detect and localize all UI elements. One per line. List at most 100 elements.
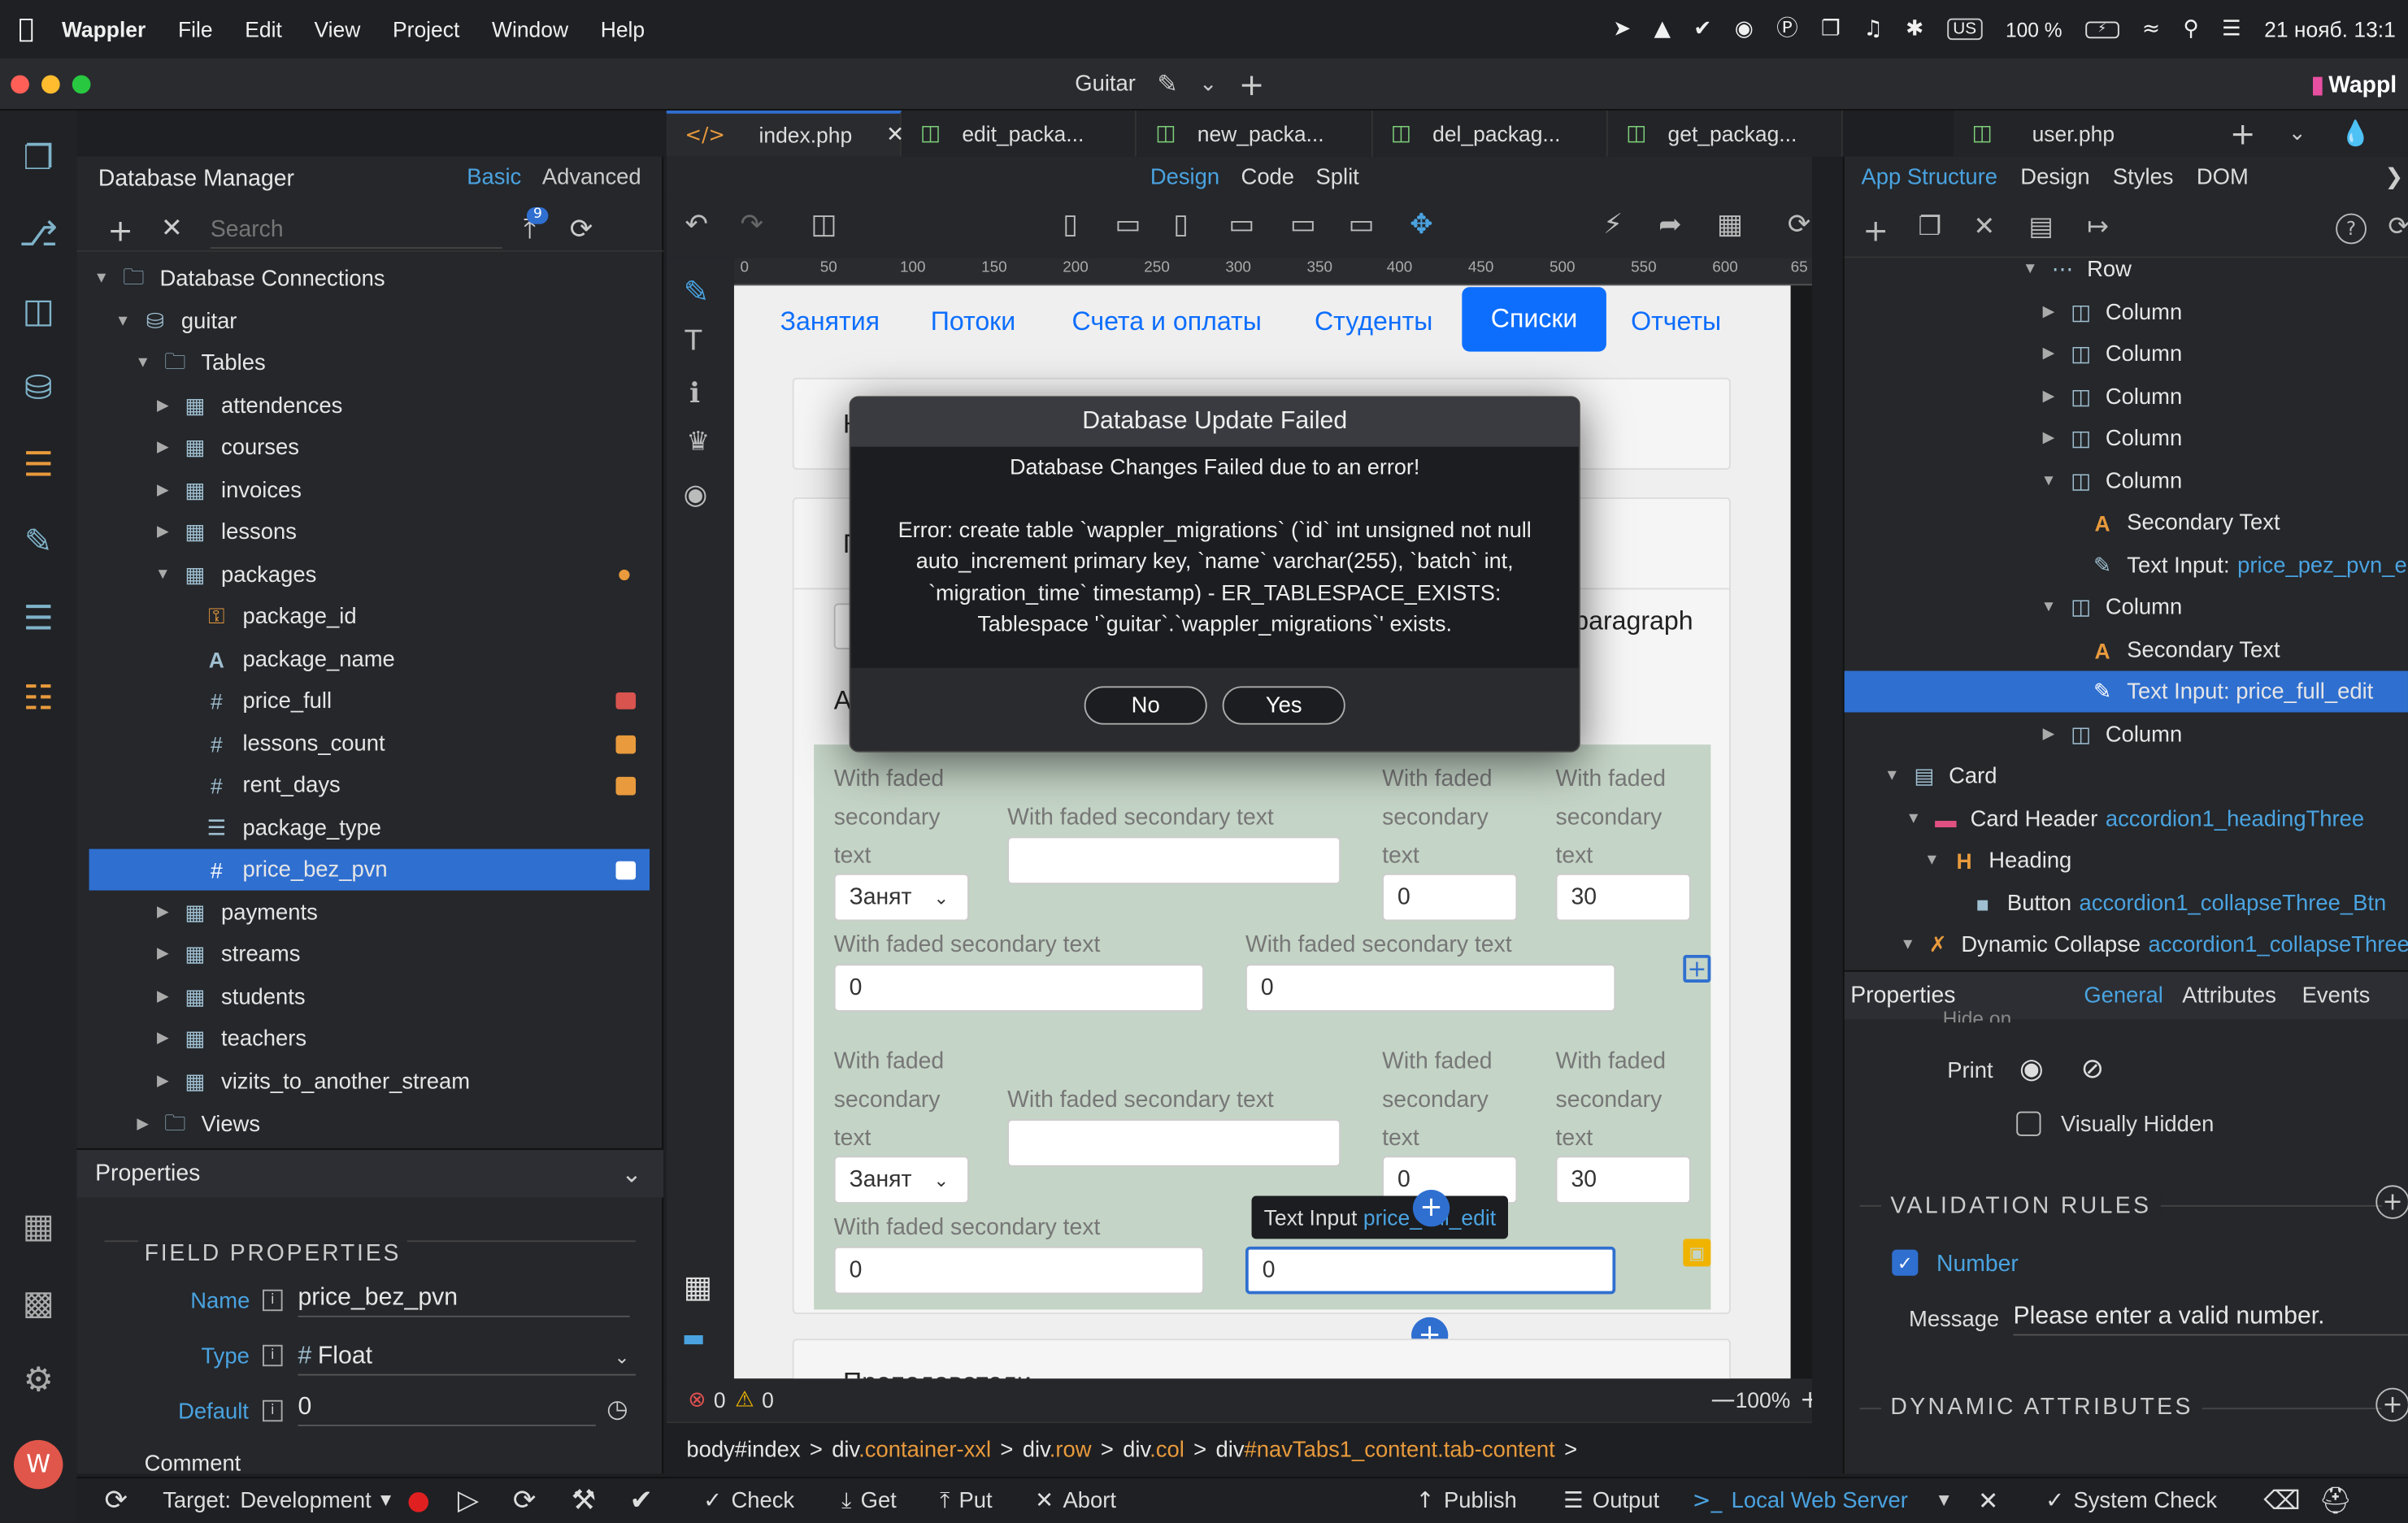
desktop-icon[interactable]: ▭ <box>1290 211 1316 240</box>
text-input[interactable]: 30 <box>1555 1156 1691 1204</box>
breadcrumb-item[interactable]: div.col <box>1123 1438 1184 1462</box>
tree-node[interactable]: A Secondary Text <box>1845 502 2408 544</box>
chevron-down-icon[interactable]: ▼ <box>114 313 133 330</box>
no-button[interactable]: No <box>1084 686 1207 725</box>
status-select[interactable]: Занят ⌄ <box>833 1156 969 1204</box>
chevron-right-icon[interactable]: ▶ <box>154 946 172 963</box>
prop-tab-attributes[interactable]: Attributes <box>2182 983 2276 1008</box>
server-select[interactable]: >_ Local Web Server ▼ <box>1693 1478 1949 1523</box>
zoom-out-icon[interactable]: — <box>1710 1387 1735 1412</box>
check-circle-icon[interactable]: ✔ <box>1693 19 1711 40</box>
put-button[interactable]: ⤒ Put <box>940 1478 993 1523</box>
system-check-button[interactable]: ✓ System Check <box>2045 1478 2217 1523</box>
rocket-icon[interactable]: ➤ <box>1613 19 1631 40</box>
sync-icon[interactable]: ⟳ <box>104 1478 128 1523</box>
tree-field[interactable]: # price_full <box>76 680 650 722</box>
menu-window[interactable]: Window <box>492 17 568 41</box>
eye-icon[interactable]: ◉ <box>2019 1056 2044 1084</box>
error-icon[interactable]: ⊗ <box>688 1390 706 1411</box>
chevron-right-icon[interactable]: ▶ <box>154 523 172 540</box>
clock-icon[interactable]: ◷ <box>606 1396 628 1421</box>
tablet-icon[interactable]: ▯ <box>1173 211 1189 240</box>
chevron-down-icon[interactable]: ▼ <box>2019 261 2041 278</box>
chevron-down-icon[interactable]: ⌄ <box>2288 123 2306 144</box>
chevron-right-icon[interactable]: ▶ <box>154 397 172 414</box>
price-full-edit-input[interactable]: 0 <box>1245 1246 1616 1295</box>
menu-view[interactable]: View <box>315 17 361 41</box>
puzzle-icon[interactable]: ▩ <box>14 1280 63 1329</box>
tab-app-structure[interactable]: App Structure <box>1861 166 1997 190</box>
tree-node[interactable]: ▼ ◫ Column <box>1845 587 2408 628</box>
routing-icon[interactable]: ☰ <box>14 442 63 491</box>
tree-field[interactable]: # lessons_count <box>76 723 650 765</box>
clipboard-icon[interactable]: ☷ <box>14 675 63 724</box>
breadcrumb-item[interactable]: div#navTabs1_content.tab-content <box>1215 1438 1554 1462</box>
phone-landscape-icon[interactable]: ▭ <box>1115 211 1141 240</box>
tree-node-selected[interactable]: ✎ Text Input: price_full_edit <box>1844 670 2408 713</box>
prop-tab-general[interactable]: General <box>2084 983 2162 1008</box>
menu-project[interactable]: Project <box>393 17 459 41</box>
add-attribute-icon[interactable]: + <box>2375 1387 2408 1422</box>
breadcrumb-item[interactable]: div.row <box>1023 1438 1092 1462</box>
nav-tab-active[interactable]: Списки <box>1462 287 1606 352</box>
properties-header[interactable]: Properties ⌄ <box>76 1148 664 1198</box>
check-button[interactable]: ✓ Check <box>703 1478 794 1523</box>
chevron-down-icon[interactable]: ▼ <box>1898 936 1918 953</box>
tab-file[interactable]: ◫ user.php <box>1954 111 2211 157</box>
chevron-down-icon[interactable]: ▼ <box>133 354 152 371</box>
battery-icon[interactable]: ⚡ <box>2084 20 2119 38</box>
tree-tables[interactable]: ▼ 🗀 Tables <box>76 342 650 384</box>
tree-node[interactable]: ✎ Text Input: price_pez_pvn_e <box>1845 545 2408 587</box>
layers-icon[interactable]: ☰ <box>14 596 63 644</box>
eye-icon[interactable]: ◉ <box>684 481 708 510</box>
add-icon[interactable]: + <box>1863 215 1889 245</box>
ruler-icon[interactable]: ▬ <box>682 1326 706 1351</box>
visually-hidden-checkbox[interactable] <box>2016 1111 2041 1136</box>
components-grid-icon[interactable]: ▦ <box>684 1271 713 1302</box>
info-icon[interactable]: ℹ <box>689 380 700 408</box>
tab-index[interactable]: </> index.php ✕ <box>666 111 904 157</box>
info-icon[interactable]: i <box>263 1289 283 1312</box>
build-icon[interactable]: ⚒ <box>572 1478 596 1523</box>
undo-icon[interactable]: ↶ <box>685 211 708 240</box>
tree-field[interactable]: ☰ package_type <box>76 808 650 849</box>
tree-node[interactable]: ▼ ✗ Dynamic Collapse accordion1_collapseThr… <box>1845 924 2408 965</box>
tree-node[interactable]: ▼ ◫ Column <box>1845 461 2408 502</box>
help-icon[interactable]: ? <box>2336 213 2367 245</box>
collapse-icon[interactable]: ❯ <box>2384 167 2403 189</box>
database-icon[interactable]: ⛁ <box>14 366 63 414</box>
drop-icon[interactable]: 💧 <box>2341 120 2371 145</box>
edit-icon[interactable]: ✎ <box>684 276 710 307</box>
tree-db-guitar[interactable]: ▼ ⛁ guitar <box>76 301 650 342</box>
text-input[interactable] <box>1007 836 1341 885</box>
tree-field[interactable]: ⚿ package_id <box>76 596 650 637</box>
breadcrumb-item[interactable]: body#index <box>686 1438 800 1462</box>
text-input[interactable]: 0 <box>833 964 1204 1012</box>
tab-file[interactable]: ◫ new_packa... <box>1137 111 1373 157</box>
tree-field[interactable]: Apackage_name <box>76 639 650 680</box>
chevron-down-icon[interactable]: ▼ <box>92 270 111 287</box>
chevron-right-icon[interactable]: ▶ <box>2038 726 2059 743</box>
tree-node[interactable]: ▶ ◫ Column <box>1845 418 2408 459</box>
nav-tab[interactable]: Счета и оплаты <box>1072 307 1262 338</box>
tree-node[interactable]: ■ Button accordion1_collapseThree_Btn <box>1845 883 2408 924</box>
tree-node[interactable]: ▼ ▤ Card <box>1845 755 2408 796</box>
tree-node[interactable]: ▶ ◫ Column <box>1845 333 2408 375</box>
chevron-down-icon[interactable]: ▼ <box>1902 810 1923 827</box>
add-icon[interactable]: + <box>1239 69 1265 100</box>
phone-icon[interactable]: ▯ <box>1063 211 1078 240</box>
chevron-right-icon[interactable]: ▶ <box>2038 388 2059 406</box>
type-select[interactable]: # Float ⌄ <box>298 1339 637 1376</box>
close-icon[interactable]: ✕ <box>886 124 904 145</box>
status-select[interactable]: Занят ⌄ <box>833 873 969 922</box>
chevron-down-icon[interactable]: ⌄ <box>614 1347 629 1366</box>
chevron-right-icon[interactable]: ▶ <box>154 1073 172 1090</box>
save-icon[interactable]: ▣ <box>1683 1239 1711 1267</box>
number-rule-checkbox[interactable]: ✓ <box>1892 1249 1919 1276</box>
chevron-right-icon[interactable]: ▶ <box>154 989 172 1006</box>
chevron-right-icon[interactable]: ▶ <box>154 482 172 499</box>
info-icon[interactable]: i <box>263 1344 283 1367</box>
clock[interactable]: 21 нояб. 13:1 <box>2264 17 2396 41</box>
minimize-window-button[interactable] <box>41 75 60 94</box>
restart-icon[interactable]: ⟳ <box>513 1478 537 1523</box>
